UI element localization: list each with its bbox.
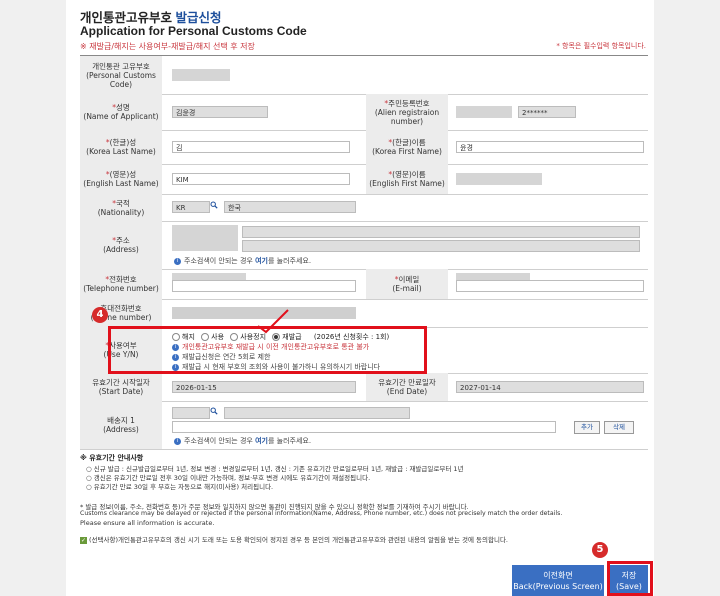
row-english-name: *(영문)성 (English Last Name) KIM *(영문)이름 (… [80,164,648,195]
name-field[interactable]: 김윤경 [172,106,268,118]
last-ko-field[interactable]: 김 [172,141,350,153]
rrn-label: *주민등록번호 (Alien registraion number) [366,94,448,130]
step-5-badge: 5 [592,542,608,558]
title-accent: 발급신청 [175,11,222,25]
delete-address-button[interactable]: 삭제 [604,421,634,434]
warning-en-2: Please ensure all information is accurat… [80,519,215,527]
address-line2-field[interactable] [242,240,640,252]
address-zip-masked[interactable] [172,225,238,251]
shipping-label: 배송지 1 (Address) [80,401,162,449]
step-4-badge: 4 [92,307,108,323]
search-icon[interactable] [208,407,220,418]
telephone-label: *전화번호 (Telephone number) [80,269,162,299]
telephone-field[interactable] [172,280,356,292]
customs-code-value-masked [172,69,230,81]
row-contact: *전화번호 (Telephone number) *이메일 (E-mail) [80,269,648,300]
first-en-label: *(영문)이름 (English First Name) [366,164,448,194]
nationality-name-field: 한국 [224,201,356,213]
required-note: * 항목은 필수입력 항목입니다. [556,42,646,50]
title-main: 개인통관고유부호 [80,11,173,25]
reissue-notice: ※ 재발급/해지는 사용여부-재발급/해지 선택 후 저장 [80,42,255,51]
checkmark-annotation-icon [257,309,289,334]
rrn-front-masked [456,106,512,118]
validity-line-3: ○ 유효기간 만료 30일 후 부호는 자동으로 해지(미사용) 처리됩니다. [86,483,274,491]
row-address: *주소 (Address) i 주소검색이 안되는 경우 여기를 눌러주세요. [80,221,648,270]
save-highlight-box [607,561,653,596]
address-hint: i 주소검색이 안되는 경우 여기를 눌러주세요. [174,256,311,266]
shipping-address1-field[interactable] [224,407,410,419]
end-date-field: 2027-01-14 [456,381,644,393]
warning-en-1: Customs clearance may be delayed or reje… [80,510,563,517]
search-icon[interactable] [208,201,220,212]
row-mobile: 휴대전화번호 (Phone number) [80,299,648,328]
row-shipping: 배송지 1 (Address) 추가 삭제 i 주소검색이 안되는 경우 여기를 … [80,401,648,450]
name-label: *성명 (Name of Applicant) [80,94,162,130]
email-label: *이메일 (E-mail) [366,269,448,299]
row-korean-name: *(한글)성 (Korea Last Name) 김 *(한글)이름 (Kore… [80,130,648,165]
info-icon: i [174,257,181,265]
shipping-hint-link[interactable]: 여기 [255,437,268,445]
last-en-label: *(영문)성 (English Last Name) [80,164,162,194]
address-label: *주소 (Address) [80,221,162,269]
back-button-label: 이전화면 [543,570,573,580]
add-address-button[interactable]: 추가 [574,421,600,434]
consent-label: (선택사항)개인통관고유부호의 갱신 시기 도래 또는 도용 확인되어 정지된 … [89,536,509,544]
first-en-field-masked[interactable] [456,173,542,185]
rrn-back-field[interactable]: 2****** [518,106,576,118]
application-page: 개인통관고유부호 발급신청 Application for Personal C… [66,0,654,596]
address-line1-field[interactable] [242,226,640,238]
end-date-label: 유효기간 만료일자 (End Date) [366,373,448,401]
back-button[interactable]: 이전화면 Back(Previous Screen) [512,565,604,596]
first-ko-field[interactable]: 윤경 [456,141,644,153]
nationality-label: *국적 (Nationality) [80,194,162,221]
customs-code-label: 개인통관 고유부호 (Personal Customs Code) [80,56,162,94]
first-ko-label: *(한글)이름 (Korea First Name) [366,130,448,164]
back-button-label-en: Back(Previous Screen) [513,581,603,591]
last-en-field[interactable]: KIM [172,173,350,185]
page-title-en: Application for Personal Customs Code [80,24,307,38]
shipping-address2-field[interactable] [172,421,556,433]
start-date-label: 유효기간 시작일자 (Start Date) [80,373,162,401]
row-name: *성명 (Name of Applicant) 김윤경 *주민등록번호 (Ali… [80,94,648,131]
address-hint-link[interactable]: 여기 [255,257,268,265]
nationality-code-field[interactable]: KR [172,201,210,213]
shipping-hint: i 주소검색이 안되는 경우 여기를 눌러주세요. [174,436,311,446]
consent-checkbox[interactable]: ✓ [80,536,87,544]
info-icon: i [174,437,181,445]
email-field[interactable] [456,280,644,292]
application-form: 개인통관 고유부호 (Personal Customs Code) *성명 (N… [80,55,648,450]
consent-row: ✓ (선택사항)개인통관고유부호의 갱신 시기 도래 또는 도용 확인되어 정지된… [80,534,646,544]
last-ko-label: *(한글)성 (Korea Last Name) [80,130,162,164]
row-dates: 유효기간 시작일자 (Start Date) 2026-01-15 유효기간 만… [80,373,648,402]
row-customs-code: 개인통관 고유부호 (Personal Customs Code) [80,56,648,95]
row-nationality: *국적 (Nationality) KR 한국 [80,194,648,222]
start-date-field: 2026-01-15 [172,381,356,393]
validity-title: ※ 유효기간 안내사항 [80,454,144,462]
shipping-zip-field[interactable] [172,407,210,419]
